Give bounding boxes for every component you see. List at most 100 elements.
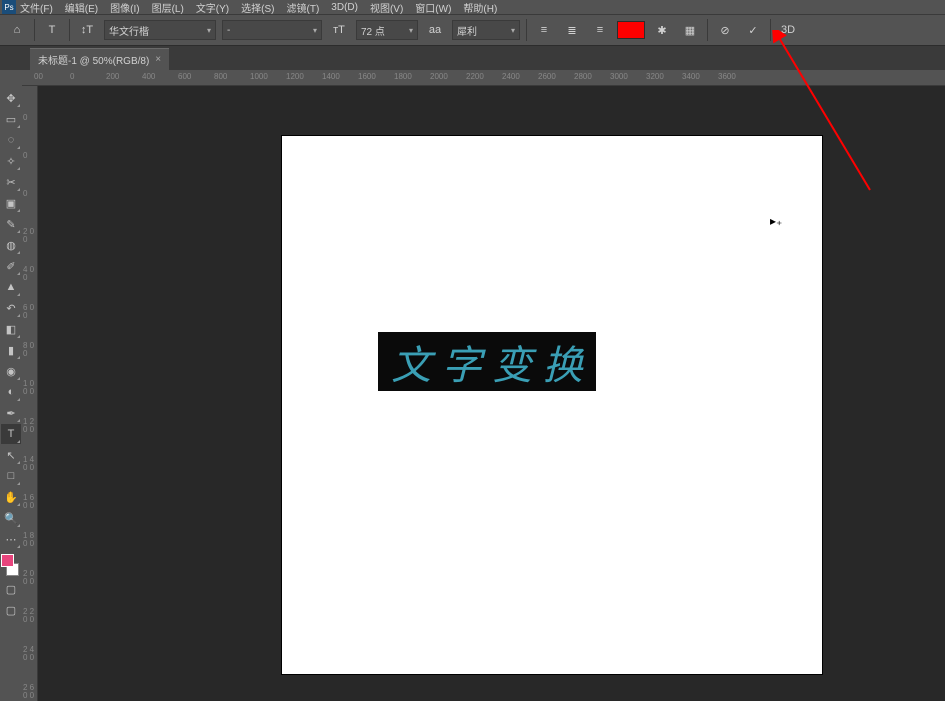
commit-icon[interactable]: ✓	[742, 19, 764, 41]
ruler-tick: 3200	[646, 72, 664, 81]
font-family-select[interactable]: 华文行楷 ▾	[104, 20, 216, 40]
quickmask-tool[interactable]: ▢	[1, 579, 21, 599]
align-center-icon[interactable]: ≣	[561, 19, 583, 41]
ruler-tick: 1800	[394, 72, 412, 81]
workspace: ✥▭◌✧✂▣✎◍✐▲↶◧▮◉◐✒T↖□✋🔍⋯▢▢ 00002 0 04 0 06…	[0, 86, 945, 701]
gradient-tool[interactable]: ▮	[1, 340, 21, 360]
ruler-tick: 1 8 0 0	[23, 532, 37, 548]
more-tool[interactable]: ⋯	[1, 529, 21, 549]
marquee-tool[interactable]: ▭	[1, 109, 21, 129]
ruler-top: 0002004006008001000120014001600180020002…	[22, 70, 945, 86]
ruler-tick: 1000	[250, 72, 268, 81]
frame-tool[interactable]: ▣	[1, 193, 21, 213]
color-swatch-tool[interactable]	[1, 554, 21, 578]
ruler-tick: 600	[178, 72, 191, 81]
align-left-icon[interactable]: ≡	[533, 19, 555, 41]
ruler-tick: 3600	[718, 72, 736, 81]
text-orientation-toggle[interactable]: ↕T	[76, 19, 98, 41]
ruler-tick: 2800	[574, 72, 592, 81]
history-brush-tool[interactable]: ↶	[1, 298, 21, 318]
character-panel-icon[interactable]: ▦	[679, 19, 701, 41]
home-icon[interactable]: ⌂	[6, 19, 28, 41]
ruler-tick: 1600	[358, 72, 376, 81]
menu-3d[interactable]: 3D(D)	[329, 2, 360, 13]
antialiasing-label: aa	[424, 19, 446, 41]
ruler-tick: 1 6 0 0	[23, 494, 37, 510]
text-layer[interactable]: 文 字 变 换	[378, 332, 596, 391]
menu-edit[interactable]: 编辑(E)	[63, 0, 100, 15]
ruler-tick: 2600	[538, 72, 556, 81]
ruler-left: 00002 0 04 0 06 0 08 0 01 0 0 01 2 0 01 …	[22, 86, 38, 701]
align-right-icon[interactable]: ≡	[589, 19, 611, 41]
antialiasing-value: 犀利	[457, 23, 477, 38]
ruler-tick: 8 0 0	[23, 342, 37, 358]
threed-icon[interactable]: 3D	[777, 19, 799, 41]
crop-tool[interactable]: ✂	[1, 172, 21, 192]
font-size-icon: тT	[328, 19, 350, 41]
font-size-select[interactable]: 72 点 ▾	[356, 20, 418, 40]
move-tool[interactable]: ✥	[1, 88, 21, 108]
eraser-tool[interactable]: ◧	[1, 319, 21, 339]
healing-tool[interactable]: ◍	[1, 235, 21, 255]
warp-text-icon[interactable]: ✱	[651, 19, 673, 41]
app-icon: Ps	[2, 0, 16, 14]
menu-select[interactable]: 选择(S)	[239, 0, 276, 15]
menu-window[interactable]: 窗口(W)	[413, 0, 453, 15]
menu-layer[interactable]: 图层(L)	[150, 0, 186, 15]
font-style-select[interactable]: - ▾	[222, 20, 322, 40]
blur-tool[interactable]: ◉	[1, 361, 21, 381]
zoom-tool[interactable]: 🔍	[1, 508, 21, 528]
brush-tool[interactable]: ✐	[1, 256, 21, 276]
type-tool[interactable]: T	[1, 424, 21, 444]
hand-tool[interactable]: ✋	[1, 487, 21, 507]
ruler-tick: 2 6 0 0	[23, 684, 37, 700]
foreground-color[interactable]	[1, 554, 14, 567]
magic-wand-tool[interactable]: ✧	[1, 151, 21, 171]
close-icon[interactable]: ×	[155, 54, 161, 65]
options-bar: ⌂ T ↕T 华文行楷 ▾ - ▾ тT 72 点 ▾ aa 犀利 ▾ ≡ ≣ …	[0, 14, 945, 46]
eyedropper-tool[interactable]: ✎	[1, 214, 21, 234]
antialiasing-select[interactable]: 犀利 ▾	[452, 20, 520, 40]
document-tab[interactable]: 未标题-1 @ 50%(RGB/8) ×	[30, 48, 169, 70]
menu-image[interactable]: 图像(I)	[108, 0, 141, 15]
type-tool-icon: T	[41, 19, 63, 41]
menubar: 文件(F) 编辑(E) 图像(I) 图层(L) 文字(Y) 选择(S) 滤镜(T…	[0, 0, 945, 14]
ruler-tick: 1 4 0 0	[23, 456, 37, 472]
font-style-value: -	[227, 25, 230, 36]
ruler-tick: 800	[214, 72, 227, 81]
text-color-swatch[interactable]	[617, 21, 645, 39]
path-select-tool[interactable]: ↖	[1, 445, 21, 465]
canvas-area[interactable]: 文 字 变 换 ▸₊	[38, 86, 945, 701]
ruler-tick: 200	[106, 72, 119, 81]
menu-filter[interactable]: 滤镜(T)	[285, 0, 322, 15]
ruler-tick: 2 2 0 0	[23, 608, 37, 624]
ruler-tick: 2400	[502, 72, 520, 81]
ruler-tick: 2 0 0 0	[23, 570, 37, 586]
tab-bar: 未标题-1 @ 50%(RGB/8) ×	[0, 46, 945, 70]
ruler-tick: 1400	[322, 72, 340, 81]
menu-view[interactable]: 视图(V)	[368, 0, 405, 15]
ruler-tick: 2 4 0 0	[23, 646, 37, 662]
menu-type[interactable]: 文字(Y)	[194, 0, 231, 15]
stamp-tool[interactable]: ▲	[1, 277, 21, 297]
dodge-tool[interactable]: ◐	[1, 382, 21, 402]
ruler-tick: 1 0 0 0	[23, 380, 37, 396]
lasso-tool[interactable]: ◌	[1, 130, 21, 150]
canvas[interactable]: 文 字 变 换	[282, 136, 822, 674]
ruler-tick: 4 0 0	[23, 266, 37, 282]
pen-tool[interactable]: ✒	[1, 403, 21, 423]
toolbox: ✥▭◌✧✂▣✎◍✐▲↶◧▮◉◐✒T↖□✋🔍⋯ ▢▢	[0, 86, 22, 701]
ruler-tick: 0	[70, 72, 74, 81]
ruler-tick: 2000	[430, 72, 448, 81]
cancel-icon[interactable]: ⊘	[714, 19, 736, 41]
menu-file[interactable]: 文件(F)	[18, 0, 55, 15]
ruler-tick: 1200	[286, 72, 304, 81]
menu-help[interactable]: 帮助(H)	[461, 0, 499, 15]
ruler-tick: 0	[23, 152, 37, 160]
document-tab-title: 未标题-1 @ 50%(RGB/8)	[38, 52, 149, 67]
shape-tool[interactable]: □	[1, 466, 21, 486]
text-char: 字	[442, 333, 482, 391]
screenmode-tool[interactable]: ▢	[1, 600, 21, 620]
cursor-icon: ▸₊	[770, 214, 782, 228]
ruler-tick: 0	[23, 190, 37, 198]
